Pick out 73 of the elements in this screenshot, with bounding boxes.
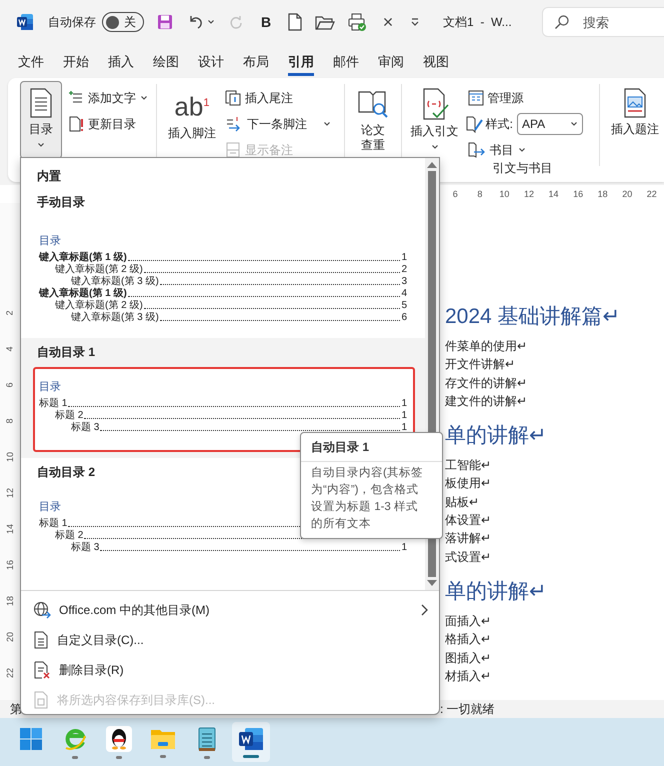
- ruler-number: 10: [5, 452, 15, 462]
- toc-entry-text: 标题 2: [55, 410, 84, 422]
- toc-entry-text: 键入章标题(第 2 级): [55, 300, 143, 312]
- ruler-number: 8: [5, 418, 15, 424]
- preview-title: 目录: [39, 500, 61, 514]
- ruler-number: 8: [476, 189, 484, 199]
- toc-entry-text: 标题 1: [39, 398, 68, 410]
- document-line: 存文件的讲解↵: [445, 374, 528, 392]
- document-heading: 单的讲解↵: [445, 423, 548, 450]
- status-text: : 一切就绪: [440, 700, 495, 718]
- page-number: 3: [401, 276, 407, 288]
- ruler-number: 10: [498, 189, 510, 199]
- preview-title: 目录: [39, 380, 61, 394]
- ruler-number: 12: [522, 189, 535, 199]
- ruler-number: 14: [5, 524, 15, 534]
- autosave-label: 自动保存: [48, 14, 96, 30]
- ruler-number: 12: [5, 488, 15, 498]
- gallery-item-title: 自动目录 2: [36, 464, 96, 481]
- toc-entry-text: 键入章标题(第 3 级): [71, 276, 159, 288]
- tooltip-title: 自动目录 1: [301, 433, 442, 462]
- toc-entry-text: 标题 3: [71, 542, 100, 554]
- document-heading: 2024 基础讲解篇↵: [445, 304, 622, 330]
- ruler-number: 6: [452, 189, 459, 199]
- document-line: 落讲解↵: [445, 530, 492, 548]
- document-heading: 单的讲解↵: [445, 578, 548, 605]
- document-line: 体设置↵: [445, 512, 492, 530]
- toc-entry-text: 键入章标题(第 1 级): [39, 252, 127, 264]
- toc-entry-text: 标题 3: [71, 422, 100, 434]
- document-line: 板使用↵: [445, 475, 492, 492]
- ruler-number: 20: [5, 632, 15, 642]
- gallery-item-title: 手动目录: [36, 194, 85, 211]
- toc-entry-text: 键入章标题(第 2 级): [55, 264, 143, 276]
- document-line: 材插入↵: [445, 668, 492, 685]
- section-label: 内置: [36, 168, 62, 185]
- ruler-number: 6: [5, 382, 15, 388]
- toc-entry-text: 标题 1: [39, 518, 68, 530]
- toc-entry-text: 键入章标题(第 1 级): [39, 288, 127, 300]
- group-label: 引文与书目: [492, 160, 552, 177]
- page-number: 2: [401, 264, 407, 276]
- page-number: 1: [401, 422, 407, 434]
- ruler-number: 20: [621, 189, 634, 199]
- ruler-number: 16: [5, 560, 15, 570]
- document-line: 格插入↵: [445, 631, 492, 648]
- document-line: 开文件讲解↵: [445, 356, 516, 374]
- toc-entry-text: 标题 2: [55, 530, 84, 542]
- ruler-number: 22: [5, 668, 15, 678]
- preview-title: 目录: [39, 234, 61, 248]
- status-text: 第: [10, 700, 22, 718]
- page-number: 1: [401, 252, 407, 264]
- page-number: 1: [401, 410, 407, 422]
- page-number: 5: [401, 300, 407, 312]
- document-line: 图插入↵: [445, 650, 492, 667]
- ruler-number: 18: [5, 596, 15, 606]
- document-line: 式设置↵: [445, 548, 492, 566]
- ruler-number: 4: [5, 346, 15, 352]
- page-number: 1: [401, 398, 407, 410]
- document-line: 工智能↵: [445, 457, 492, 474]
- ruler-number: 2: [5, 310, 15, 316]
- ruler-number: 18: [596, 189, 609, 199]
- ruler-number: 22: [646, 189, 658, 199]
- window-title: 文档1 - W...: [443, 14, 512, 30]
- style-label: 样式:: [486, 116, 513, 132]
- gallery-item-title: 自动目录 1: [36, 344, 96, 361]
- page-number: 4: [401, 288, 407, 300]
- document-line: 件菜单的使用↵: [445, 338, 528, 355]
- document-line: 建文件的讲解↵: [445, 392, 528, 410]
- document-line: 贴板↵: [445, 494, 480, 511]
- document-line: 面插入↵: [445, 612, 492, 630]
- ruler-number: 16: [572, 189, 584, 199]
- page-number: 1: [401, 542, 407, 554]
- ruler-number: 14: [548, 189, 560, 199]
- toc-entry-text: 键入章标题(第 3 级): [71, 312, 159, 324]
- page-number: 6: [401, 312, 407, 324]
